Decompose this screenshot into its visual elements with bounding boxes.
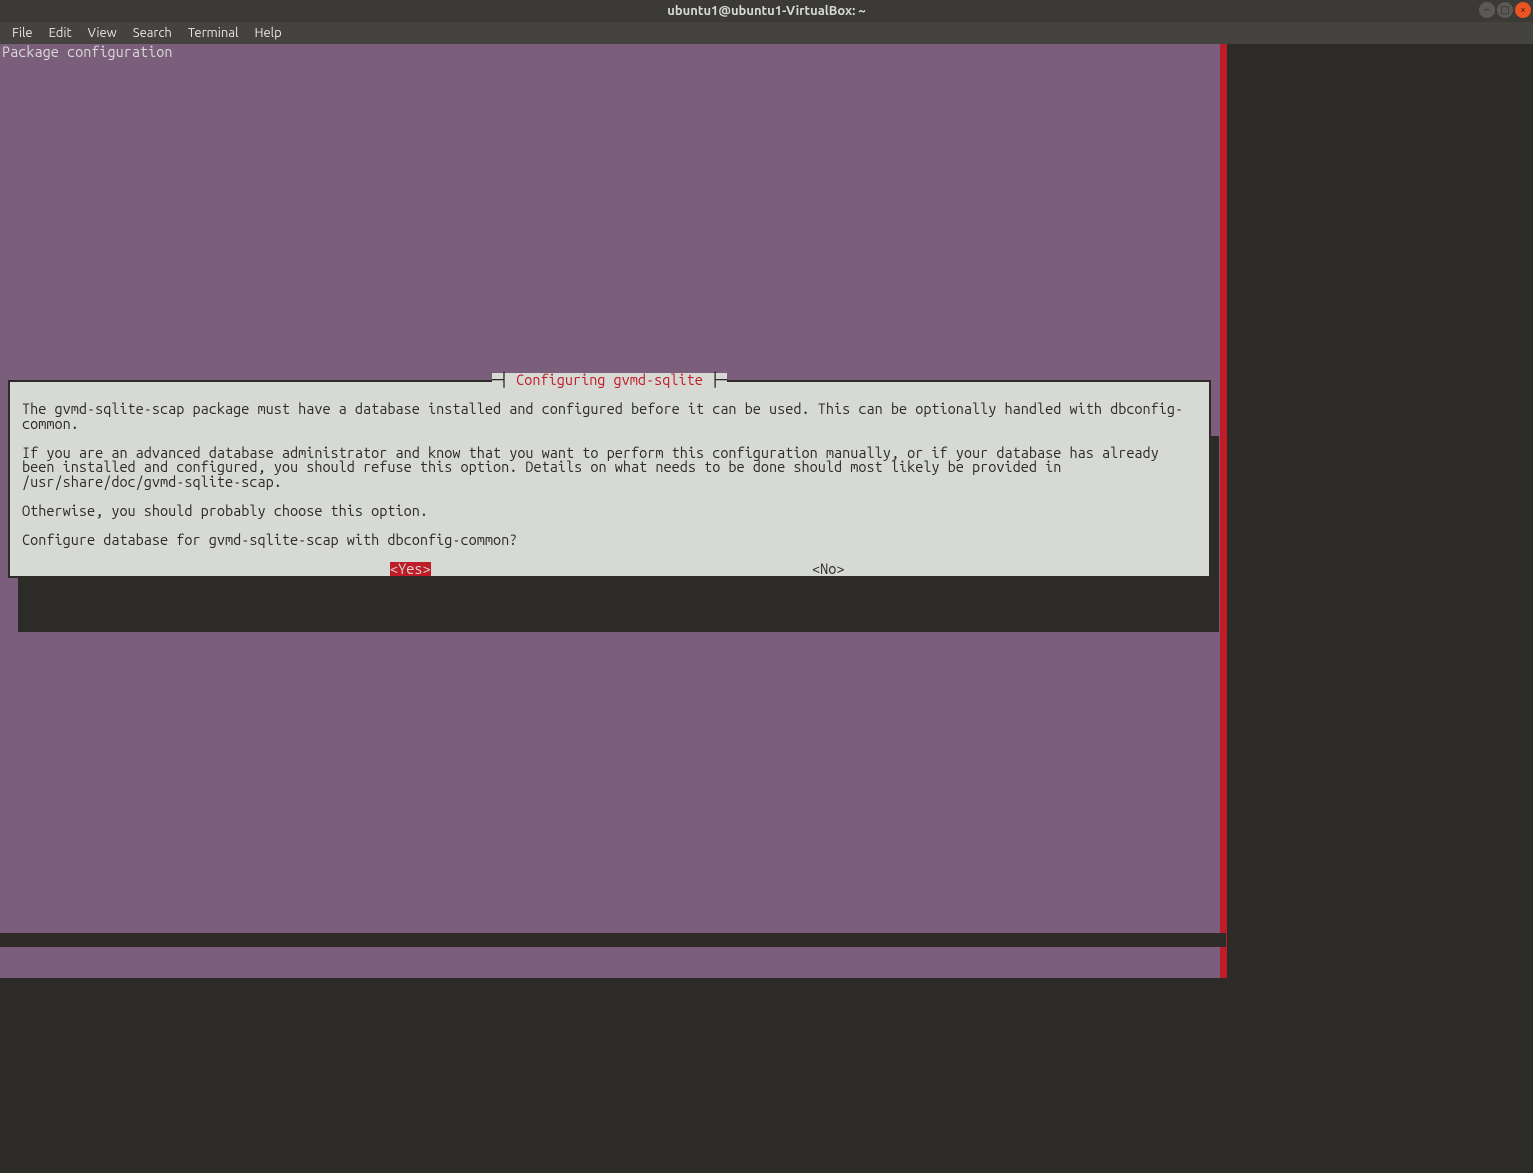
dialog-paragraph: The gvmd-sqlite-scap package must have a… bbox=[22, 402, 1197, 431]
dialog-title: ─┤ Configuring gvmd-sqlite ├─ bbox=[492, 373, 728, 388]
title-cap-left-icon: ─┤ bbox=[492, 371, 516, 388]
window-title: ubuntu1@ubuntu1-VirtualBox: ~ bbox=[0, 4, 1533, 18]
title-cap-right-icon: ├─ bbox=[703, 371, 727, 388]
dialog-body: The gvmd-sqlite-scap package must have a… bbox=[10, 382, 1209, 588]
terminal-window[interactable]: Package configuration ─┤ Configuring gvm… bbox=[0, 44, 1533, 1173]
menu-edit[interactable]: Edit bbox=[41, 24, 80, 42]
minimize-button[interactable]: – bbox=[1479, 2, 1495, 18]
menubar: File Edit View Search Terminal Help bbox=[0, 22, 1533, 44]
maximize-button[interactable]: □ bbox=[1497, 2, 1513, 18]
window-titlebar: ubuntu1@ubuntu1-VirtualBox: ~ – □ × bbox=[0, 0, 1533, 22]
dialog-title-text: Configuring gvmd-sqlite bbox=[516, 371, 703, 388]
window-controls: – □ × bbox=[1479, 2, 1531, 18]
menu-help[interactable]: Help bbox=[246, 24, 289, 42]
menu-view[interactable]: View bbox=[80, 24, 125, 42]
config-dialog: ─┤ Configuring gvmd-sqlite ├─ The gvmd-s… bbox=[8, 380, 1211, 578]
dialog-paragraph: Otherwise, you should probably choose th… bbox=[22, 504, 1197, 519]
dialog-button-row: <Yes> <No> bbox=[22, 562, 1197, 582]
menu-file[interactable]: File bbox=[4, 24, 41, 42]
no-button[interactable]: <No> bbox=[812, 562, 844, 577]
terminal-bottom-edge bbox=[0, 933, 1226, 947]
terminal-right-edge bbox=[1220, 44, 1227, 978]
dialog-paragraph: If you are an advanced database administ… bbox=[22, 446, 1197, 490]
dialog-question: Configure database for gvmd-sqlite-scap … bbox=[22, 533, 1197, 548]
menu-search[interactable]: Search bbox=[125, 24, 180, 42]
menu-terminal[interactable]: Terminal bbox=[180, 24, 247, 42]
yes-button[interactable]: <Yes> bbox=[390, 562, 431, 577]
debconf-header: Package configuration bbox=[0, 44, 175, 60]
dialog-title-row: ─┤ Configuring gvmd-sqlite ├─ bbox=[10, 373, 1209, 388]
close-button[interactable]: × bbox=[1515, 2, 1531, 18]
terminal-content: Package configuration ─┤ Configuring gvm… bbox=[0, 44, 1226, 978]
